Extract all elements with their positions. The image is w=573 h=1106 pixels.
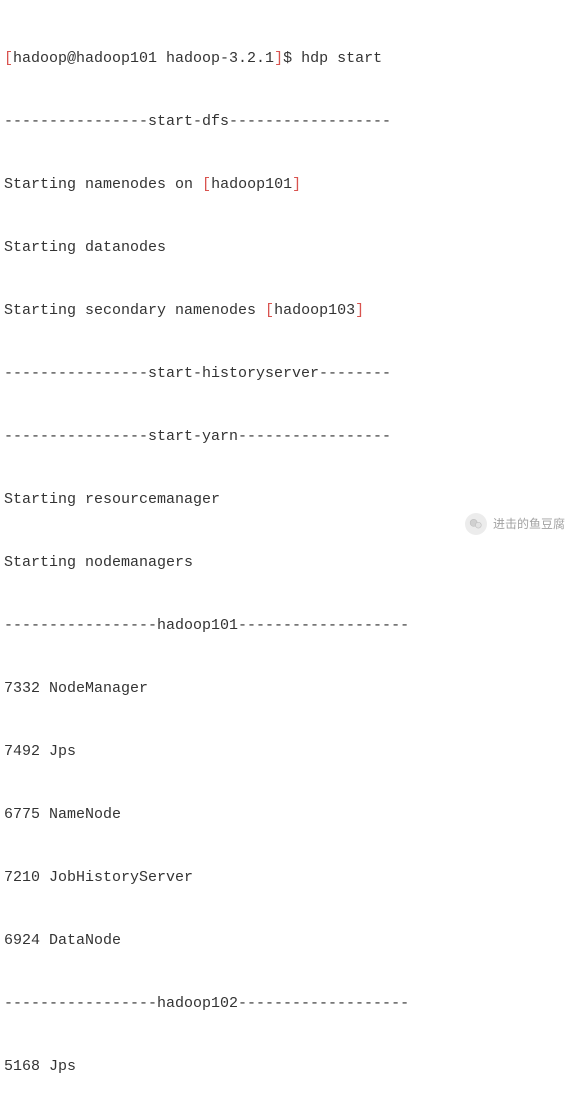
prompt-user-host: hadoop@hadoop101 hadoop-3.2.1	[13, 50, 274, 67]
bracket-open: [	[265, 302, 274, 319]
output-line: -----------------hadoop101--------------…	[4, 615, 569, 636]
output-line: -----------------hadoop102--------------…	[4, 993, 569, 1014]
output-line: Starting namenodes on [hadoop101]	[4, 174, 569, 195]
bracket-close: ]	[274, 50, 283, 67]
output-line: 7332 NodeManager	[4, 678, 569, 699]
text-part: Starting namenodes on	[4, 176, 202, 193]
command-text: hdp start	[301, 50, 382, 67]
output-line: Starting resourcemanager	[4, 489, 569, 510]
output-line: Starting nodemanagers	[4, 552, 569, 573]
wechat-icon	[465, 513, 487, 535]
text-part: Starting secondary namenodes	[4, 302, 265, 319]
output-line: 5168 Jps	[4, 1056, 569, 1077]
hostname: hadoop103	[274, 302, 355, 319]
hostname: hadoop101	[211, 176, 292, 193]
output-line: 6924 DataNode	[4, 930, 569, 951]
watermark: 进击的鱼豆腐	[465, 513, 565, 535]
output-line: 7492 Jps	[4, 741, 569, 762]
watermark-text: 进击的鱼豆腐	[493, 514, 565, 535]
bracket-open: [	[4, 50, 13, 67]
bracket-close: ]	[292, 176, 301, 193]
bracket-open: [	[202, 176, 211, 193]
prompt-dollar: $	[283, 50, 301, 67]
output-line: Starting secondary namenodes [hadoop103]	[4, 300, 569, 321]
terminal-output[interactable]: [hadoop@hadoop101 hadoop-3.2.1]$ hdp sta…	[4, 6, 569, 1106]
output-line: 7210 JobHistoryServer	[4, 867, 569, 888]
output-line: Starting datanodes	[4, 237, 569, 258]
output-line: ----------------start-dfs---------------…	[4, 111, 569, 132]
output-line: ----------------start-yarn--------------…	[4, 426, 569, 447]
prompt-line-1: [hadoop@hadoop101 hadoop-3.2.1]$ hdp sta…	[4, 48, 569, 69]
bracket-close: ]	[355, 302, 364, 319]
output-line: ----------------start-historyserver-----…	[4, 363, 569, 384]
output-line: 6775 NameNode	[4, 804, 569, 825]
